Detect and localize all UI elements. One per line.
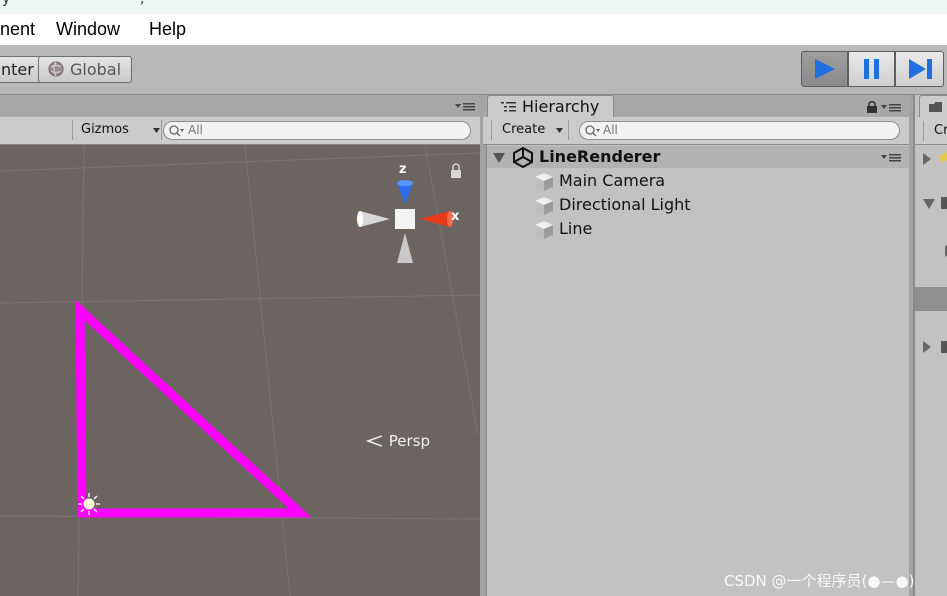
gameobject-cube-icon	[535, 197, 553, 215]
project-panel: Cr	[913, 95, 947, 596]
project-create-label: Cr	[934, 123, 947, 138]
play-icon	[815, 59, 835, 79]
gizmos-dropdown[interactable]: Gizmos	[72, 120, 162, 140]
menu-help[interactable]: Help	[149, 19, 186, 40]
scene-search-placeholder: All	[188, 123, 203, 137]
hierarchy-item[interactable]: Directional Light	[487, 194, 909, 218]
scene-tabbar	[0, 95, 480, 118]
scene-canvas	[0, 145, 480, 596]
hierarchy-toolbar: Create All	[483, 117, 909, 145]
axis-label-x: x	[451, 209, 460, 224]
pivot-label: nter	[1, 60, 34, 79]
menu-window[interactable]: Window	[56, 19, 120, 40]
folder-icon	[929, 102, 942, 112]
tab-hierarchy[interactable]: Hierarchy	[487, 95, 614, 119]
scene-root-row[interactable]: LineRenderer	[487, 146, 909, 168]
window-title-strip: y ,	[0, 0, 947, 14]
hierarchy-item[interactable]: Main Camera	[487, 170, 909, 194]
hierarchy-item-label: Line	[559, 219, 593, 238]
lock-icon[interactable]	[451, 163, 461, 178]
unity-scene-icon	[513, 146, 533, 168]
step-button[interactable]	[895, 51, 944, 87]
window-title-suffix: ,	[140, 0, 144, 7]
chevron-down-icon	[153, 128, 160, 133]
play-button[interactable]	[801, 51, 848, 87]
scene-name: LineRenderer	[539, 147, 661, 166]
project-toolbar: Cr	[915, 117, 947, 145]
chevron-down-icon	[556, 128, 563, 133]
hierarchy-tabbar: Hierarchy	[483, 95, 909, 119]
scene-view[interactable]: z x Persp	[0, 145, 480, 596]
tab-project[interactable]	[919, 95, 947, 118]
expand-arrow-icon	[923, 153, 931, 165]
menu-component[interactable]: nent	[0, 19, 35, 40]
hierarchy-item-label: Main Camera	[559, 171, 666, 190]
menu-bar: nent Window Help	[0, 14, 947, 45]
selected-row-highlight	[915, 287, 947, 311]
watermark: CSDN @一个程序员(●—●)	[724, 572, 915, 590]
search-icon	[169, 125, 184, 137]
folder-icon	[941, 197, 947, 209]
line-renderer-triangle[interactable]	[75, 299, 312, 518]
lock-icon[interactable]	[866, 100, 878, 114]
pivot-center-button[interactable]: nter	[0, 56, 42, 83]
persp-label: Persp	[388, 432, 431, 450]
scene-menu-icon[interactable]	[881, 152, 903, 164]
hierarchy-item-label: Directional Light	[559, 195, 691, 214]
hierarchy-search-placeholder: All	[603, 123, 618, 137]
scene-toolbar: Gizmos All	[0, 117, 480, 145]
folder-icon	[941, 341, 947, 353]
hierarchy-item[interactable]: Line	[487, 218, 909, 242]
main-toolbar: nter Global	[0, 45, 947, 95]
search-icon	[585, 125, 600, 137]
gameobject-cube-icon	[535, 221, 553, 239]
collapse-arrow-icon	[923, 199, 935, 209]
create-label: Create	[502, 122, 546, 137]
list-icon	[501, 102, 516, 112]
axis-label-z: z	[399, 162, 407, 177]
gizmos-label: Gizmos	[81, 122, 129, 137]
light-gizmo-icon[interactable]	[78, 493, 100, 515]
hierarchy-search-input[interactable]: All	[579, 121, 900, 140]
pause-icon	[864, 59, 879, 79]
gameobject-cube-icon	[535, 173, 553, 191]
panel-menu-icon[interactable]	[455, 101, 477, 113]
global-local-button[interactable]: Global	[38, 56, 132, 83]
orientation-gizmo[interactable]	[357, 180, 453, 263]
hierarchy-list: LineRenderer Main Camera Directional Lig…	[486, 145, 909, 596]
panel-menu-icon[interactable]	[881, 102, 903, 114]
persp-toggle[interactable]: Persp	[365, 432, 431, 450]
expand-triangle-icon[interactable]	[493, 153, 505, 163]
expand-arrow-icon	[923, 341, 931, 353]
perspective-icon	[365, 435, 383, 447]
create-dropdown[interactable]: Create	[491, 120, 569, 140]
project-create-dropdown[interactable]: Cr	[923, 121, 947, 141]
window-title-fragment: y	[2, 0, 10, 7]
hierarchy-tab-label: Hierarchy	[522, 97, 600, 116]
globe-icon	[48, 61, 64, 77]
favorites-star-icon	[939, 151, 947, 163]
scene-search-input[interactable]: All	[163, 121, 471, 140]
project-tree	[915, 151, 947, 353]
global-label: Global	[70, 60, 122, 79]
step-icon	[909, 59, 932, 79]
pause-button[interactable]	[848, 51, 895, 87]
